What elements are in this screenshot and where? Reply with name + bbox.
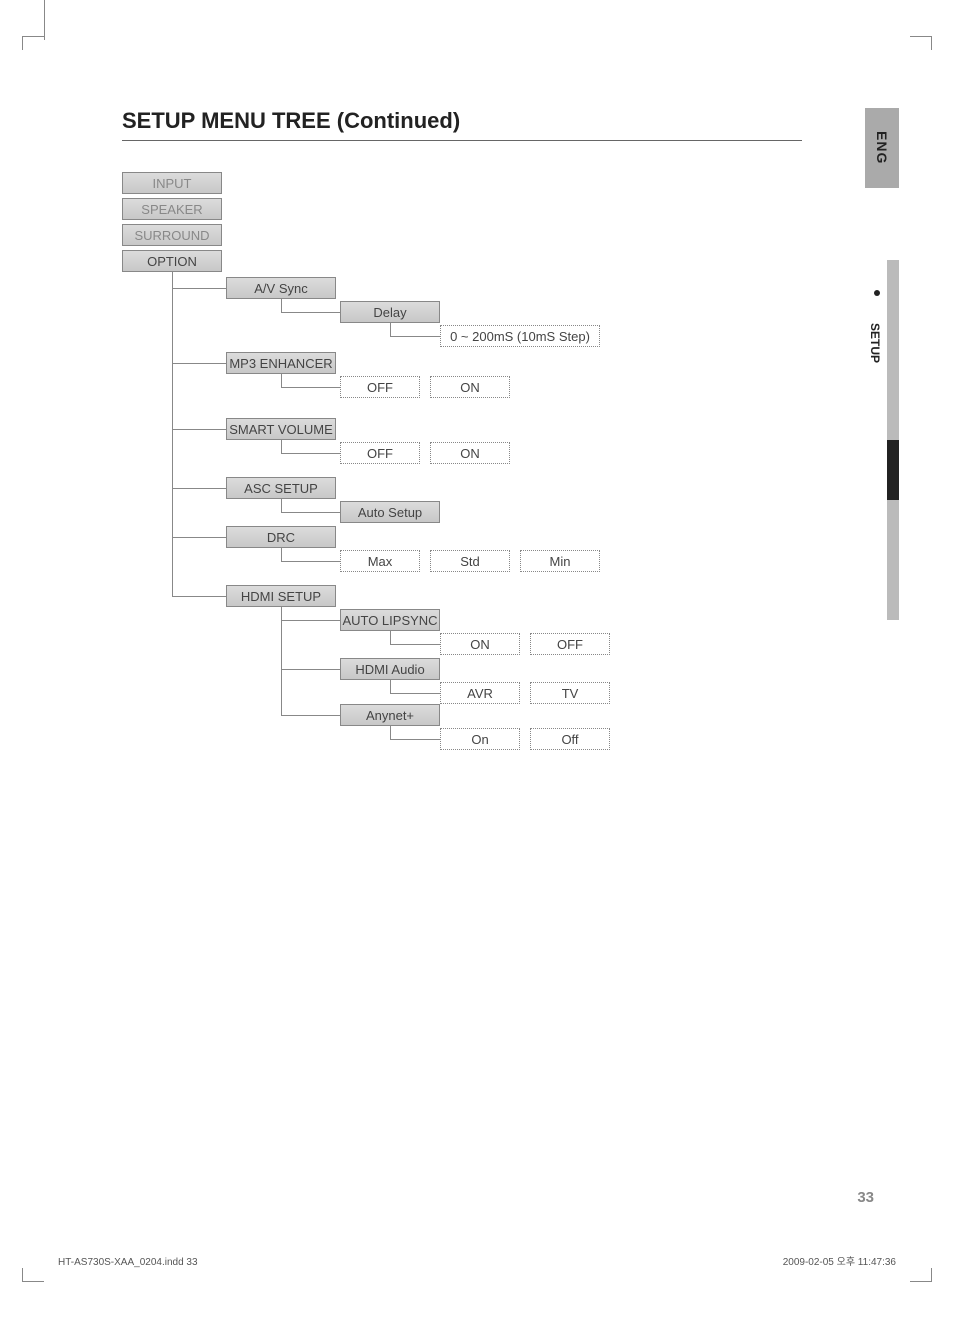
opt-mp3-off: OFF xyxy=(340,376,420,398)
root-input: INPUT xyxy=(122,172,222,194)
opt-anynet: Anynet+ xyxy=(340,704,440,726)
page-title: SETUP MENU TREE (Continued) xyxy=(122,108,802,141)
opt-drc: DRC xyxy=(226,526,336,548)
opt-audio-avr: AVR xyxy=(440,682,520,704)
opt-mp3-on: ON xyxy=(430,376,510,398)
opt-delay: Delay xyxy=(340,301,440,323)
page-number: 33 xyxy=(857,1189,874,1206)
opt-av-sync: A/V Sync xyxy=(226,277,336,299)
opt-asc: ASC SETUP xyxy=(226,477,336,499)
opt-lipsync-off: OFF xyxy=(530,633,610,655)
language-tab: ENG xyxy=(865,108,899,188)
opt-delay-range: 0 ~ 200mS (10mS Step) xyxy=(440,325,600,347)
bullet-icon xyxy=(874,290,880,296)
opt-audio-tv: TV xyxy=(530,682,610,704)
opt-drc-std: Std xyxy=(430,550,510,572)
side-index-marker xyxy=(887,440,899,500)
opt-hdmi: HDMI SETUP xyxy=(226,585,336,607)
opt-hdmi-audio: HDMI Audio xyxy=(340,658,440,680)
opt-drc-min: Min xyxy=(520,550,600,572)
root-speaker: SPEAKER xyxy=(122,198,222,220)
opt-anynet-off: Off xyxy=(530,728,610,750)
section-tab: SETUP xyxy=(866,298,884,388)
opt-asc-auto: Auto Setup xyxy=(340,501,440,523)
footer-left: HT-AS730S-XAA_0204.indd 33 xyxy=(58,1257,198,1268)
opt-hdmi-lipsync: AUTO LIPSYNC xyxy=(340,609,440,631)
opt-lipsync-on: ON xyxy=(440,633,520,655)
root-option: OPTION xyxy=(122,250,222,272)
opt-smart-on: ON xyxy=(430,442,510,464)
opt-smart: SMART VOLUME xyxy=(226,418,336,440)
footer-right: 2009-02-05 오후 11:47:36 xyxy=(783,1253,896,1268)
menu-tree: INPUT SPEAKER SURROUND OPTION A/V Sync D… xyxy=(122,172,802,772)
root-surround: SURROUND xyxy=(122,224,222,246)
opt-drc-max: Max xyxy=(340,550,420,572)
opt-smart-off: OFF xyxy=(340,442,420,464)
opt-mp3: MP3 ENHANCER xyxy=(226,352,336,374)
opt-anynet-on: On xyxy=(440,728,520,750)
